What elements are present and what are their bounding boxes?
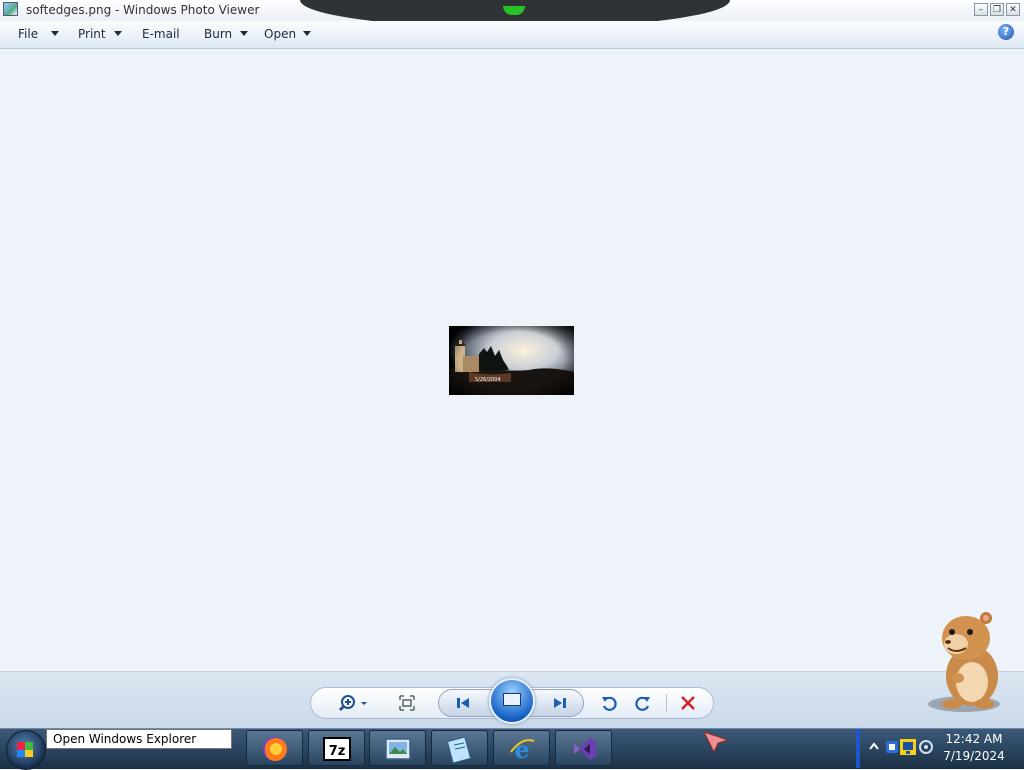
taskbar-tooltip: Open Windows Explorer	[46, 729, 232, 749]
menu-print[interactable]: Print	[78, 27, 106, 41]
slideshow-button[interactable]	[489, 678, 535, 724]
actual-size-icon	[399, 695, 415, 711]
taskbar-app-photo-viewer[interactable]	[369, 730, 426, 766]
ornament-light	[503, 6, 525, 15]
rotate-counterclockwise-icon	[602, 696, 617, 711]
clock-time: 12:42 AM	[945, 732, 1003, 746]
start-button[interactable]	[6, 730, 46, 770]
menu-open[interactable]: Open	[264, 27, 296, 41]
delete-button[interactable]	[677, 692, 699, 714]
close-button[interactable]: ✕	[1006, 3, 1020, 16]
hamster-icon	[928, 612, 1000, 712]
next-icon	[554, 698, 566, 708]
control-separator	[666, 694, 667, 712]
chevron-down-icon[interactable]	[303, 31, 311, 36]
window-title: softedges.png - Windows Photo Viewer	[26, 3, 260, 17]
rotate-clockwise-button[interactable]	[632, 692, 654, 714]
desktop-hamster-mascot[interactable]	[922, 604, 1012, 714]
delete-icon	[681, 696, 695, 710]
help-button[interactable]: ?	[998, 24, 1014, 40]
clock-date: 7/19/2024	[943, 749, 1005, 763]
tray-volume-icon[interactable]	[918, 739, 934, 755]
photo-viewer-app-icon[interactable]	[3, 2, 18, 16]
svg-text:7z: 7z	[329, 744, 346, 759]
cursor-arrow-icon	[703, 731, 730, 754]
system-tray	[862, 730, 934, 767]
zoom-icon	[338, 695, 367, 712]
visual-studio-icon	[574, 738, 596, 760]
zoom-button[interactable]	[337, 692, 371, 714]
photo-viewer-icon	[385, 738, 411, 760]
previous-button[interactable]	[452, 692, 474, 714]
taskbar-app-internet-explorer[interactable]: e	[493, 730, 550, 766]
firefox-icon	[263, 737, 287, 761]
viewer-control-bar	[0, 671, 1024, 730]
slideshow-icon	[503, 693, 521, 706]
taskbar-app-visual-studio[interactable]	[555, 730, 612, 766]
taskbar-app-notepad[interactable]	[431, 730, 488, 766]
previous-icon	[457, 698, 469, 708]
taskbar-app-7zip[interactable]: 7z	[308, 730, 365, 766]
tray-expand-icon[interactable]	[866, 739, 882, 755]
7zip-icon: 7z	[323, 737, 351, 761]
taskbar-clock[interactable]: 12:42 AM 7/19/2024	[938, 731, 1010, 765]
chevron-down-icon[interactable]	[51, 31, 59, 36]
notepad-icon	[446, 736, 472, 763]
chevron-down-icon[interactable]	[114, 31, 122, 36]
photo-date-stamp: 5/26/2004	[475, 377, 501, 383]
internet-explorer-icon: e	[510, 735, 535, 763]
title-bar[interactable]: softedges.png - Windows Photo Viewer – ❐…	[0, 0, 1024, 28]
show-desktop-edge[interactable]	[856, 729, 860, 768]
mouse-cursor	[702, 730, 730, 758]
tray-security-icon[interactable]	[884, 739, 900, 755]
taskbar-app-firefox[interactable]	[246, 730, 303, 766]
lighthouse-photo-image	[449, 326, 574, 395]
command-bar: File Print E-mail Burn Open ?	[0, 21, 1024, 49]
chevron-down-icon[interactable]	[240, 31, 248, 36]
minimize-button[interactable]: –	[974, 3, 988, 16]
actual-size-button[interactable]	[396, 692, 418, 714]
displayed-photo[interactable]: 5/26/2004	[449, 326, 574, 395]
rotate-clockwise-icon	[635, 696, 650, 711]
menu-burn[interactable]: Burn	[204, 27, 232, 41]
svg-text:e: e	[514, 735, 529, 763]
menu-email[interactable]: E-mail	[142, 27, 180, 41]
tray-network-icon[interactable]	[900, 739, 916, 755]
menu-file[interactable]: File	[18, 27, 38, 41]
restore-button[interactable]: ❐	[990, 3, 1004, 16]
next-button[interactable]	[549, 692, 571, 714]
rotate-counterclockwise-button[interactable]	[598, 692, 620, 714]
